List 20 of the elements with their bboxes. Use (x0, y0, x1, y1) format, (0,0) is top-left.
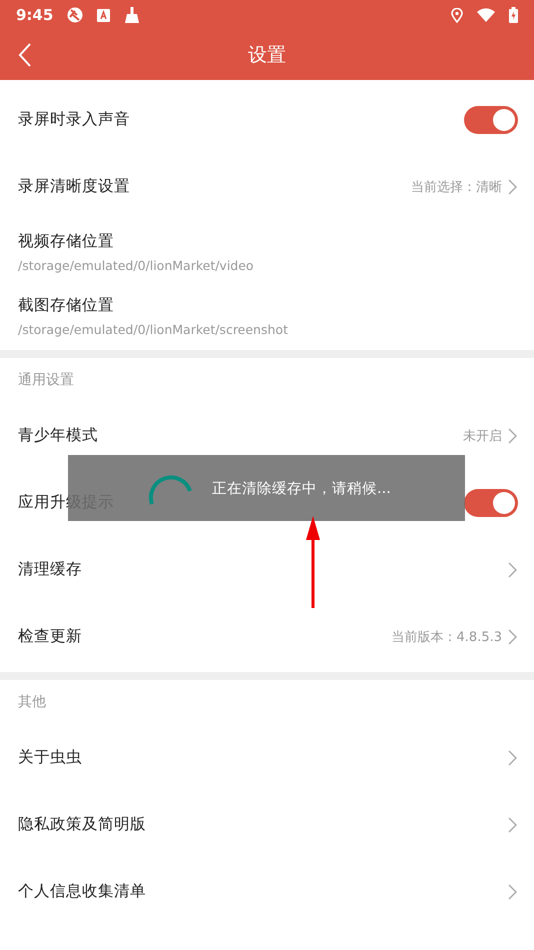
setting-label: 隐私政策及简明版 (18, 814, 146, 835)
setting-label: 视频存储位置 (18, 231, 114, 252)
setting-value: 当前选择：清晰 (411, 178, 502, 196)
setting-label: 青少年模式 (18, 425, 98, 446)
storage-path: /storage/emulated/0/lionMarket/screenshot (18, 322, 288, 337)
storage-path: /storage/emulated/0/lionMarket/video (18, 258, 254, 273)
setting-value: 未开启 (463, 428, 502, 444)
setting-label: 检查更新 (18, 626, 82, 647)
setting-label: 清理缓存 (18, 559, 82, 580)
setting-value: 当前版本：4.8.5.3 (392, 628, 502, 646)
setting-label: 截图存储位置 (18, 295, 114, 316)
toast-message: 正在清除缓存中，请稍候... (212, 480, 391, 498)
setting-label: 关于虫虫 (18, 747, 82, 768)
status-time: 9:45 (16, 6, 54, 24)
setting-label: 个人信息收集清单 (18, 881, 146, 902)
setting-label: 录屏时录入声音 (18, 109, 130, 130)
page-title: 设置 (248, 43, 286, 68)
section-header: 其他 (18, 693, 46, 711)
section-header: 通用设置 (18, 371, 74, 389)
setting-label: 录屏清晰度设置 (18, 176, 130, 197)
